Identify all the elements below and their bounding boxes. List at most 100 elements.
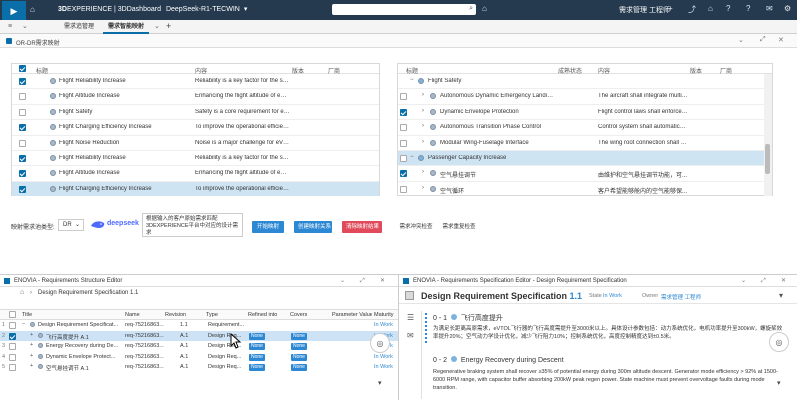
- row-maturity[interactable]: In Work: [374, 364, 393, 370]
- expand-toggle-icon[interactable]: −: [22, 321, 25, 327]
- row-title[interactable]: 空气悬挂调节 A.1: [46, 364, 89, 372]
- assistant-icon[interactable]: ◎: [769, 332, 789, 352]
- maximize-icon[interactable]: ⤢: [761, 275, 766, 287]
- table-row[interactable]: › 空气悬挂调节 由维护和空气悬挂调节功能，可...: [398, 166, 764, 182]
- row-title[interactable]: Flight Charging Efficiency Increase: [59, 186, 189, 192]
- chevron-down-icon[interactable]: ▾: [378, 379, 382, 387]
- section-1-body[interactable]: 为满足长距离高原需求，eVTOL飞行器的飞行高度需提升至3000米以上。具体设计…: [433, 325, 783, 341]
- select-all-checkbox[interactable]: [19, 65, 26, 72]
- home-icon[interactable]: ⌂: [20, 289, 24, 296]
- search-input[interactable]: [332, 4, 452, 15]
- row-title[interactable]: Flight Safety: [59, 109, 189, 115]
- row-title[interactable]: Dynamic Envelope Protection: [440, 109, 556, 115]
- table-row[interactable]: 2 + 飞行高度提升 A.1 req-75216863... A.1 Design Req…: [0, 330, 398, 341]
- expand-toggle-icon[interactable]: +: [30, 353, 33, 359]
- help-icon[interactable]: ?: [726, 4, 730, 13]
- row-checkbox[interactable]: [19, 108, 26, 116]
- owner-value[interactable]: 需求管理 工程师: [661, 293, 701, 301]
- expand-toggle-icon[interactable]: ›: [422, 139, 424, 145]
- row-checkbox[interactable]: [400, 124, 407, 132]
- column-header[interactable]: Title: [22, 312, 32, 318]
- column-header[interactable]: Refined into: [248, 312, 277, 318]
- table-row[interactable]: › Modular Wing-Fuselage Interface The wing…: [398, 136, 764, 151]
- expand-toggle-icon[interactable]: ›: [422, 169, 424, 175]
- row-checkbox[interactable]: [19, 93, 26, 101]
- outline-icon[interactable]: ☰: [407, 313, 414, 322]
- conflict-check-button[interactable]: 需求冲突检查: [395, 221, 437, 233]
- share-icon[interactable]: ⤴: [688, 4, 696, 15]
- row-checkbox[interactable]: [19, 155, 26, 162]
- table-row[interactable]: › Autonomous Dynamic Emergency Landing Sy…: [398, 89, 764, 105]
- table-row[interactable]: Flight Reliability Increase Reliability i…: [12, 74, 379, 90]
- window-menu-icon[interactable]: ⌄: [738, 36, 744, 44]
- chat-icon[interactable]: ✉: [766, 4, 773, 13]
- breadcrumb-item[interactable]: Design Requirement Specification 1.1: [38, 290, 138, 296]
- row-title[interactable]: Design Requirement Specificat...: [38, 322, 118, 328]
- create-mapping-button[interactable]: 创建映射关系: [294, 221, 332, 233]
- refined-into-badge[interactable]: None: [249, 353, 265, 361]
- home-nav-icon[interactable]: ⌂: [708, 4, 713, 13]
- covers-badge[interactable]: None: [291, 364, 307, 371]
- row-title[interactable]: Flight Safety: [428, 78, 556, 84]
- expand-toggle-icon[interactable]: −: [410, 154, 414, 160]
- expand-toggle-icon[interactable]: −: [410, 77, 414, 83]
- panel-menu-icon[interactable]: ⌄: [340, 275, 345, 287]
- maximize-icon[interactable]: ⤢: [760, 36, 766, 44]
- row-checkbox[interactable]: [400, 139, 407, 147]
- tab-smart-mapping[interactable]: 需求智能映射: [103, 20, 150, 34]
- refined-into-badge[interactable]: None: [249, 343, 265, 350]
- collapse-icon[interactable]: ▾: [779, 291, 783, 300]
- row-checkbox[interactable]: [9, 343, 16, 350]
- clear-mapping-button[interactable]: 清除映射结果: [342, 221, 382, 233]
- home-icon[interactable]: ⌂: [30, 5, 35, 14]
- row-checkbox[interactable]: [9, 353, 16, 361]
- user-name[interactable]: 需求管理 工程师: [619, 5, 670, 15]
- table-row[interactable]: Flight Reliability Increase Reliability i…: [12, 151, 379, 167]
- tag-icon[interactable]: ⌂: [482, 4, 487, 13]
- row-title[interactable]: Flight Noise Reduction: [59, 140, 189, 146]
- comments-icon[interactable]: ✉: [407, 331, 414, 340]
- row-checkbox[interactable]: [9, 322, 16, 329]
- assistant-icon[interactable]: ◎: [370, 333, 390, 353]
- row-title[interactable]: Flight Altitude Increase: [59, 170, 189, 176]
- row-checkbox[interactable]: [9, 364, 16, 371]
- expand-toggle-icon[interactable]: +: [30, 342, 33, 348]
- row-checkbox[interactable]: [400, 155, 407, 162]
- compass-logo-icon[interactable]: ▶: [2, 1, 26, 21]
- expand-toggle-icon[interactable]: +: [30, 332, 33, 338]
- row-title[interactable]: 飞行高度提升 A.1: [46, 333, 89, 341]
- row-title[interactable]: Passenger Capacity Increase: [428, 155, 556, 161]
- refined-into-badge[interactable]: None: [249, 364, 265, 371]
- column-header[interactable]: Parameter Value: [332, 312, 372, 318]
- row-checkbox[interactable]: [19, 170, 26, 178]
- covers-badge[interactable]: None: [291, 353, 307, 361]
- help-icon-2[interactable]: ?: [746, 4, 750, 13]
- table-row[interactable]: › 空气循环 客户希望能够舱内的空气能够保...: [398, 182, 764, 196]
- row-checkbox[interactable]: [19, 185, 26, 193]
- table-row[interactable]: Flight Charging Efficiency Increase To im…: [12, 181, 379, 196]
- expand-toggle-icon[interactable]: ›: [422, 123, 424, 129]
- row-title[interactable]: Flight Altitude Increase: [59, 93, 189, 99]
- row-checkbox[interactable]: [400, 108, 407, 116]
- section-2-body[interactable]: Regenerative braking system shall recove…: [433, 368, 783, 392]
- table-row[interactable]: Flight Charging Efficiency Increase To im…: [12, 120, 379, 136]
- maximize-icon[interactable]: ⤢: [360, 275, 365, 287]
- row-title[interactable]: Dynamic Envelope Protect...: [46, 354, 115, 360]
- close-icon[interactable]: ✕: [781, 275, 786, 287]
- workspace-name[interactable]: DeepSeek-R1-TECWIN: [166, 6, 240, 13]
- expand-toggle-icon[interactable]: ›: [422, 108, 424, 114]
- section-1-heading[interactable]: 0 - 1 飞行高度提升: [433, 313, 503, 323]
- row-checkbox[interactable]: [19, 139, 26, 147]
- scrollbar-thumb[interactable]: [765, 144, 770, 174]
- plus-icon[interactable]: +: [668, 4, 673, 13]
- table-row[interactable]: Flight Noise Reduction Noise is a major c…: [12, 136, 379, 151]
- table-row[interactable]: 3 + Energy Recovery during De... req-752168…: [0, 341, 398, 352]
- tab-dropdown-icon[interactable]: ⌄: [154, 22, 160, 30]
- row-checkbox[interactable]: [400, 170, 407, 178]
- row-maturity[interactable]: In Work: [374, 322, 393, 328]
- row-checkbox[interactable]: [400, 185, 407, 193]
- table-row[interactable]: 1 − Design Requirement Specificat... req-75…: [0, 320, 398, 331]
- settings-icon[interactable]: ⚙: [784, 4, 791, 13]
- workspace-dropdown-icon[interactable]: ▾: [244, 6, 248, 13]
- table-row[interactable]: − Flight Safety: [398, 74, 764, 90]
